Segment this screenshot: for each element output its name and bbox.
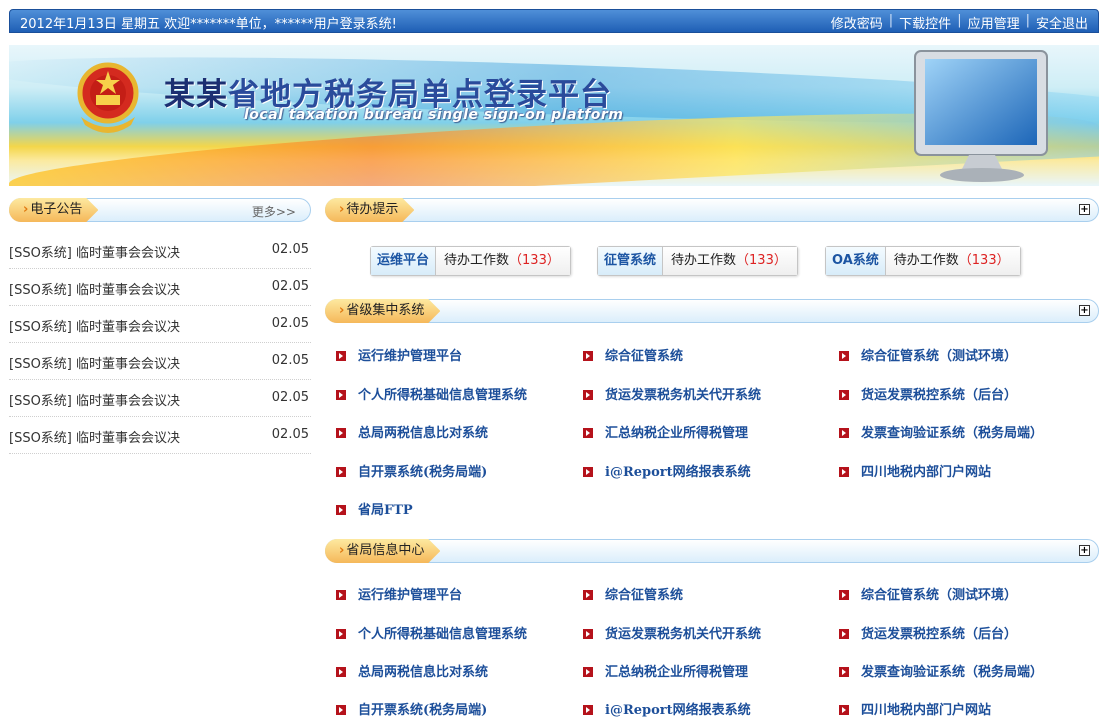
announcement-header: 电子公告 更多>>	[9, 198, 311, 222]
system-link[interactable]: 总局两税信息比对系统	[336, 422, 488, 441]
app-management-link[interactable]: 应用管理	[968, 13, 1020, 32]
system-link[interactable]: 运行维护管理平台	[336, 584, 462, 603]
system-link[interactable]: 综合征管系统	[583, 584, 683, 603]
list-item[interactable]: [SSO系统] 临时董事会会议决 02.05	[9, 306, 311, 343]
arrow-bullet-icon	[336, 428, 346, 438]
system-link[interactable]: 四川地税内部门户网站	[839, 461, 991, 480]
system-link[interactable]: 汇总纳税企业所得税管理	[583, 422, 748, 441]
todo-box-label: 运维平台	[371, 247, 437, 275]
todo-count-button[interactable]: 待办工作数（133）	[436, 247, 570, 275]
todo-header: 待办提示 +	[325, 198, 1099, 222]
arrow-bullet-icon	[583, 705, 593, 715]
list-item[interactable]: [SSO系统] 临时董事会会议决 02.05	[9, 417, 311, 454]
arrow-bullet-icon	[839, 467, 849, 477]
welcome-text: 2012年1月13日 星期五 欢迎*******单位，******用户登录系统!	[20, 17, 397, 32]
top-bar: 2012年1月13日 星期五 欢迎*******单位，******用户登录系统!…	[9, 9, 1099, 33]
national-emblem-icon	[77, 62, 139, 133]
system-link[interactable]: 货运发票税控系统（后台）	[839, 623, 1017, 642]
system-link[interactable]: i@Report网络报表系统	[583, 461, 751, 480]
system-link[interactable]: 货运发票税务机关代开系统	[583, 384, 761, 403]
infocenter-header: 省局信息中心 +	[325, 539, 1099, 563]
todo-box-tax[interactable]: 征管系统 待办工作数（133）	[597, 246, 798, 276]
monitor-icon	[914, 50, 1048, 182]
arrow-bullet-icon	[839, 590, 849, 600]
change-password-link[interactable]: 修改密码	[831, 13, 883, 32]
arrow-bullet-icon	[336, 467, 346, 477]
system-link[interactable]: 总局两税信息比对系统	[336, 661, 488, 680]
provincial-section: 省级集中系统 +	[325, 299, 1099, 323]
link-separator: |	[957, 13, 962, 28]
todo-box-oa[interactable]: OA系统 待办工作数（133）	[825, 246, 1021, 276]
arrow-bullet-icon	[336, 705, 346, 715]
system-link[interactable]: 四川地税内部门户网站	[839, 699, 991, 718]
arrow-bullet-icon	[839, 629, 849, 639]
expand-icon[interactable]: +	[1079, 204, 1090, 215]
arrow-bullet-icon	[839, 705, 849, 715]
arrow-bullet-icon	[583, 590, 593, 600]
system-link[interactable]: 个人所得税基础信息管理系统	[336, 623, 527, 642]
arrow-bullet-icon	[583, 351, 593, 361]
arrow-bullet-icon	[336, 351, 346, 361]
list-item[interactable]: [SSO系统] 临时董事会会议决 02.05	[9, 380, 311, 417]
provincial-header: 省级集中系统 +	[325, 299, 1099, 323]
system-link[interactable]: 汇总纳税企业所得税管理	[583, 661, 748, 680]
expand-icon[interactable]: +	[1079, 545, 1090, 556]
system-link[interactable]: 货运发票税务机关代开系统	[583, 623, 761, 642]
system-link[interactable]: 综合征管系统（测试环境）	[839, 584, 1017, 603]
list-item[interactable]: [SSO系统] 临时董事会会议决 02.05	[9, 343, 311, 380]
system-link[interactable]: i@Report网络报表系统	[583, 699, 751, 718]
todo-count-button[interactable]: 待办工作数（133）	[663, 247, 797, 275]
todo-box-ops[interactable]: 运维平台 待办工作数（133）	[370, 246, 571, 276]
expand-icon[interactable]: +	[1079, 305, 1090, 316]
arrow-bullet-icon	[839, 390, 849, 400]
todo-box-label: OA系统	[826, 247, 886, 275]
announcement-panel: 电子公告 更多>> [SSO系统] 临时董事会会议决02.05 [SSO系统] …	[9, 198, 311, 454]
top-links: 修改密码 | 下载控件 | 应用管理 | 安全退出	[831, 13, 1088, 32]
system-link[interactable]: 省局FTP	[336, 499, 413, 518]
arrow-bullet-icon	[336, 505, 346, 515]
system-link[interactable]: 发票查询验证系统（税务局端）	[839, 422, 1043, 441]
logout-link[interactable]: 安全退出	[1036, 13, 1088, 32]
arrow-bullet-icon	[839, 667, 849, 677]
todo-box-label: 征管系统	[598, 247, 664, 275]
system-link[interactable]: 综合征管系统（测试环境）	[839, 345, 1017, 364]
todo-section: 待办提示 +	[325, 198, 1099, 222]
arrow-bullet-icon	[583, 467, 593, 477]
announcement-title: 电子公告	[9, 198, 98, 222]
provincial-title: 省级集中系统	[325, 299, 440, 323]
system-link[interactable]: 货运发票税控系统（后台）	[839, 384, 1017, 403]
arrow-bullet-icon	[839, 428, 849, 438]
download-plugin-link[interactable]: 下载控件	[899, 13, 951, 32]
arrow-bullet-icon	[839, 351, 849, 361]
infocenter-title: 省局信息中心	[325, 539, 440, 563]
infocenter-section: 省局信息中心 +	[325, 539, 1099, 563]
arrow-bullet-icon	[336, 590, 346, 600]
arrow-bullet-icon	[336, 667, 346, 677]
banner-subtitle: local taxation bureau single sign-on pla…	[244, 107, 624, 123]
link-separator: |	[1025, 13, 1030, 28]
arrow-bullet-icon	[583, 428, 593, 438]
system-link[interactable]: 个人所得税基础信息管理系统	[336, 384, 527, 403]
system-link[interactable]: 发票查询验证系统（税务局端）	[839, 661, 1043, 680]
header-banner: 某某省地方税务局单点登录平台 local taxation bureau sin…	[9, 45, 1099, 186]
arrow-bullet-icon	[336, 629, 346, 639]
arrow-bullet-icon	[583, 390, 593, 400]
system-link[interactable]: 综合征管系统	[583, 345, 683, 364]
todo-count-button[interactable]: 待办工作数（133）	[885, 247, 1020, 275]
link-separator: |	[888, 13, 894, 28]
arrow-bullet-icon	[583, 629, 593, 639]
more-link[interactable]: 更多>>	[252, 203, 296, 220]
todo-title: 待办提示	[325, 198, 414, 222]
system-link[interactable]: 自开票系统(税务局端)	[336, 461, 487, 480]
arrow-bullet-icon	[336, 390, 346, 400]
list-item[interactable]: [SSO系统] 临时董事会会议决 02.05	[9, 232, 311, 269]
system-link[interactable]: 自开票系统(税务局端)	[336, 699, 487, 718]
announcement-list: [SSO系统] 临时董事会会议决 02.05 [SSO系统] 临时董事会会议决 02…	[9, 232, 311, 454]
system-link[interactable]: 运行维护管理平台	[336, 345, 462, 364]
list-item[interactable]: [SSO系统] 临时董事会会议决 02.05	[9, 269, 311, 306]
arrow-bullet-icon	[583, 667, 593, 677]
